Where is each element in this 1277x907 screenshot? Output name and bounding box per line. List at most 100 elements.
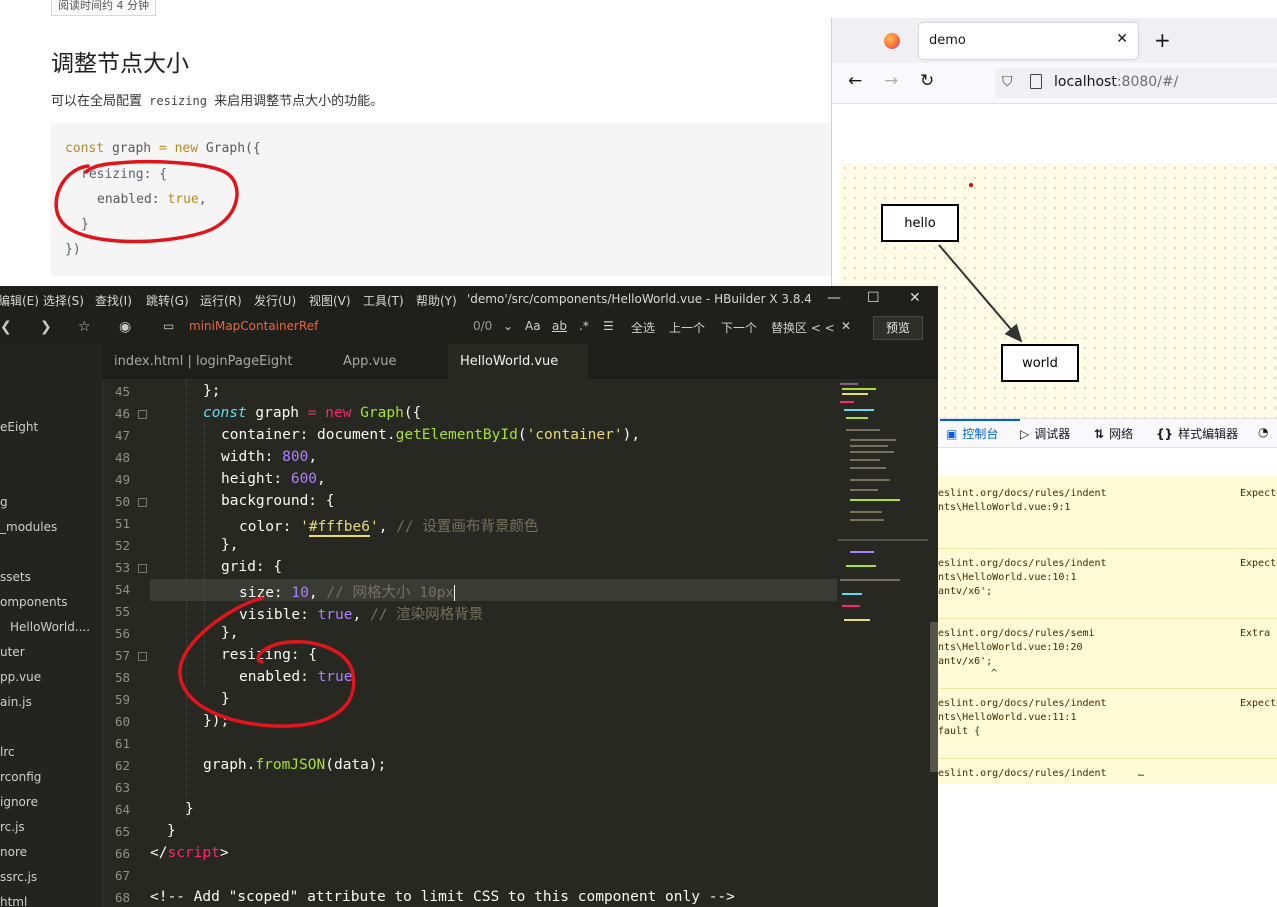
menu-run[interactable]: 运行(R)	[200, 292, 242, 309]
menu-view[interactable]: 视图(V)	[309, 292, 351, 309]
menu-publish[interactable]: 发行(U)	[254, 292, 296, 309]
sidebar-item[interactable]: ssets	[0, 570, 31, 584]
console-output: eslint.org/docs/rules/indent Expecte nts…	[938, 476, 1277, 784]
console-msg-link[interactable]: eslint.org/docs/rules/indent	[938, 558, 1107, 569]
sidebar-item[interactable]: uter	[0, 645, 25, 659]
intro-text-before: 可以在全局配置	[51, 94, 147, 109]
graph-edge[interactable]	[938, 244, 1023, 343]
replace-toggle[interactable]: 替换区 < <	[771, 319, 835, 336]
fold-marker[interactable]	[138, 564, 147, 573]
search-count: 0/0	[473, 319, 493, 333]
close-tab-icon[interactable]: ✕	[1116, 31, 1128, 47]
forward-button[interactable]: →	[884, 71, 898, 91]
browser-tab-demo[interactable]: demo ✕	[919, 23, 1138, 59]
menu-goto[interactable]: 跳转(G)	[146, 292, 189, 309]
editor-tab-helloworld[interactable]: HelloWorld.vue	[448, 344, 588, 379]
console-msg-text: Extra s	[1240, 628, 1277, 639]
menu-tools[interactable]: 工具(T)	[363, 292, 404, 309]
graph-node-hello[interactable]: hello	[881, 204, 959, 242]
select-all-button[interactable]: 全选	[631, 319, 655, 336]
sidebar-item[interactable]: _modules	[0, 520, 57, 534]
editor-tab-app[interactable]: App.vue	[331, 344, 441, 379]
sidebar-item[interactable]: g	[0, 495, 8, 509]
new-tab-button[interactable]: +	[1154, 28, 1171, 52]
console-divider	[938, 688, 1277, 689]
sidebar-item[interactable]: eEight	[0, 420, 38, 434]
search-bar[interactable]: ▭ miniMapContainerRef 0/0 ⌄ Aa ab .* ☰ 全…	[157, 316, 862, 340]
fold-marker[interactable]	[138, 498, 147, 507]
menu-find[interactable]: 查找(I)	[95, 292, 132, 309]
find-prev-button[interactable]: 上一个	[669, 319, 705, 336]
devtools-tab-network[interactable]: ⇅ 网络	[1094, 425, 1133, 442]
editor-tab-index[interactable]: index.html | loginPageEight	[102, 344, 305, 379]
close-search-icon[interactable]: ✕	[841, 319, 851, 333]
menu-bar: 编辑(E) 选择(S) 查找(I) 跳转(G) 运行(R) 发行(U) 视图(V…	[0, 286, 938, 313]
sidebar-item[interactable]: ignore	[0, 795, 38, 809]
chevron-left-icon[interactable]: ❮	[0, 319, 12, 335]
menu-lines-icon[interactable]: ☰	[603, 319, 614, 333]
shield-icon[interactable]: ⛉	[1002, 74, 1013, 90]
line-number: 49	[114, 472, 130, 487]
maximize-button[interactable]: ☐	[867, 290, 880, 306]
line-number: 48	[114, 450, 130, 465]
back-button[interactable]: ←	[848, 71, 862, 91]
window-title: 'demo'/src/components/HelloWorld.vue - H…	[467, 292, 812, 306]
console-msg-source[interactable]: nts\HelloWorld.vue:9:1	[938, 502, 1070, 513]
devtools-tab-debugger[interactable]: ▷ 调试器	[1020, 425, 1070, 442]
reload-button[interactable]: ↻	[920, 71, 934, 91]
url-bar[interactable]: ⛉ localhost:8080/#/	[995, 68, 1277, 98]
search-input[interactable]: miniMapContainerRef	[189, 319, 318, 333]
line-number: 60	[114, 714, 130, 729]
whole-word-toggle[interactable]: ab	[552, 319, 567, 333]
firefox-icon	[884, 33, 900, 49]
graph-node-world[interactable]: world	[1001, 344, 1079, 382]
code-line: visible: true, // 渲染网格背景	[239, 607, 484, 623]
devtools-tab-performance[interactable]: ◔	[1258, 425, 1273, 439]
match-case-toggle[interactable]: Aa	[525, 319, 541, 333]
code-line: graph.fromJSON(data);	[203, 757, 387, 773]
console-divider	[938, 618, 1277, 619]
sidebar-item[interactable]: nore	[0, 845, 27, 859]
console-msg-source[interactable]: nts\HelloWorld.vue:11:1	[938, 712, 1076, 723]
sidebar-item-helloworld[interactable]: HelloWorld....	[10, 620, 90, 634]
console-msg-link[interactable]: eslint.org/docs/rules/semi	[938, 628, 1095, 639]
chevron-right-icon[interactable]: ❯	[40, 319, 52, 335]
minimap[interactable]	[838, 379, 930, 907]
url-rest: :8080/#/	[1116, 74, 1179, 90]
console-msg-link[interactable]: eslint.org/docs/rules/indent	[938, 768, 1107, 779]
code-editor[interactable]: }; const graph = new Graph({ container: …	[150, 379, 837, 907]
menu-help[interactable]: 帮助(Y)	[416, 292, 457, 309]
console-msg-link[interactable]: eslint.org/docs/rules/indent	[938, 698, 1107, 709]
console-msg-text: Expecte	[1240, 698, 1277, 709]
chevron-down-icon[interactable]: ⌄	[503, 319, 513, 333]
sidebar-item[interactable]: lrc	[0, 745, 15, 759]
console-msg-source[interactable]: nts\HelloWorld.vue:10:20	[938, 642, 1083, 653]
editor-scrollbar[interactable]	[930, 622, 938, 772]
run-icon[interactable]: ◉	[119, 319, 131, 335]
sidebar-item[interactable]: ain.js	[0, 695, 32, 709]
devtools-tab-style-editor[interactable]: {} 样式编辑器	[1156, 425, 1238, 442]
code-line: };	[203, 383, 221, 399]
menu-edit[interactable]: 编辑(E)	[0, 292, 39, 309]
url-text[interactable]: localhost:8080/#/	[1054, 74, 1178, 90]
fold-marker[interactable]	[138, 652, 147, 661]
sidebar-item[interactable]: omponents	[0, 595, 68, 609]
find-next-button[interactable]: 下一个	[721, 319, 757, 336]
menu-select[interactable]: 选择(S)	[43, 292, 84, 309]
sidebar-item[interactable]: html	[0, 895, 27, 907]
star-icon[interactable]: ☆	[78, 319, 91, 335]
sidebar-item[interactable]: rc.js	[0, 820, 25, 834]
sidebar-item[interactable]: pp.vue	[0, 670, 41, 684]
regex-toggle[interactable]: .*	[579, 319, 589, 333]
sidebar-item[interactable]: ssrc.js	[0, 870, 37, 884]
fold-marker[interactable]	[138, 410, 147, 419]
network-icon: ⇅	[1094, 427, 1105, 441]
line-number: 51	[114, 516, 130, 531]
close-window-button[interactable]: ✕	[909, 290, 921, 306]
console-msg-link[interactable]: eslint.org/docs/rules/indent	[938, 488, 1107, 499]
sidebar-item[interactable]: rconfig	[0, 770, 41, 784]
devtools-tab-console[interactable]: ▣ 控制台	[946, 425, 998, 442]
minimize-button[interactable]: —	[827, 290, 841, 306]
console-msg-source[interactable]: nts\HelloWorld.vue:10:1	[938, 572, 1076, 583]
preview-button[interactable]: 预览	[873, 316, 923, 340]
